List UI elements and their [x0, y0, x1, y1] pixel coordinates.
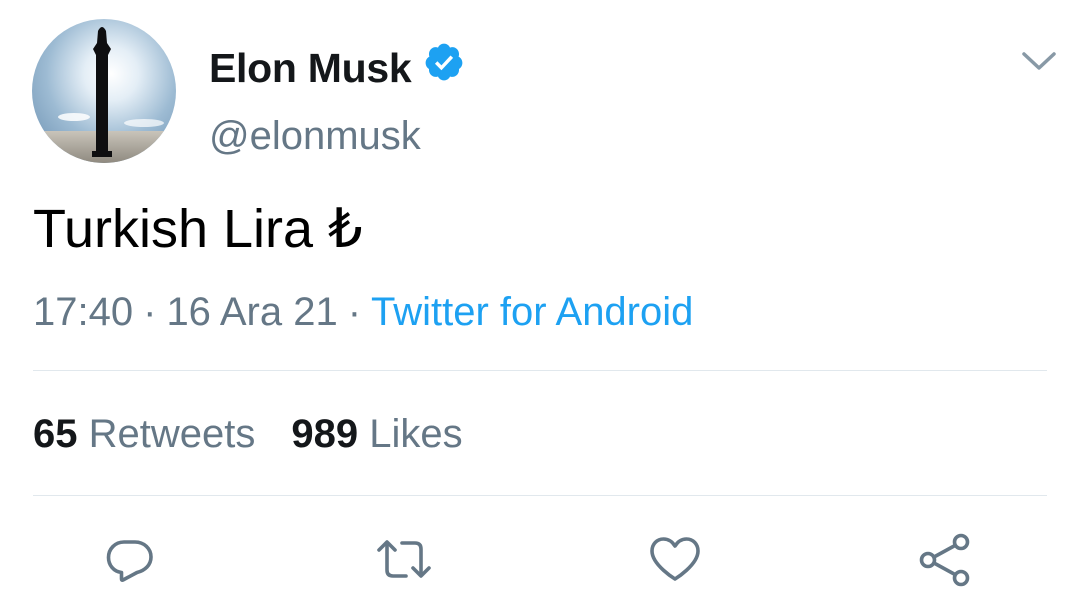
chevron-down-icon[interactable] [1020, 48, 1058, 74]
rocket-silhouette-avatar-icon [32, 19, 176, 163]
retweet-button[interactable] [376, 532, 432, 588]
avatar[interactable] [32, 19, 176, 163]
divider [33, 495, 1047, 496]
tweet-meta: 17:40 · 16 Ara 21 · Twitter for Android [33, 290, 693, 335]
reply-button[interactable] [102, 532, 158, 588]
verified-badge-icon [423, 41, 465, 83]
author-display-name[interactable]: Elon Musk [209, 45, 412, 92]
meta-separator: · [347, 290, 362, 334]
meta-separator: · [143, 290, 157, 334]
likes-label: Likes [369, 412, 463, 456]
retweet-icon [377, 540, 431, 578]
tweet-stats: 65 Retweets 989 Likes [33, 412, 463, 457]
share-button[interactable] [916, 532, 972, 588]
likes-stat[interactable]: 989 Likes [291, 412, 462, 457]
retweets-count: 65 [33, 412, 78, 456]
tweet-card: Elon Musk @elonmusk Turkish Lira ₺ 17:40… [0, 0, 1080, 607]
share-icon [919, 533, 970, 587]
tweet-text: Turkish Lira ₺ [33, 199, 363, 259]
reply-icon [106, 540, 153, 582]
heart-icon [650, 537, 700, 581]
retweets-stat[interactable]: 65 Retweets [33, 412, 255, 457]
divider [33, 370, 1047, 371]
author-name-row: Elon Musk [209, 40, 465, 96]
retweets-label: Retweets [88, 412, 256, 456]
tweet-time: 17:40 [33, 290, 134, 334]
author-handle[interactable]: @elonmusk [209, 114, 421, 159]
likes-count: 989 [291, 412, 359, 456]
like-button[interactable] [647, 532, 703, 588]
tweet-source-link[interactable]: Twitter for Android [371, 290, 693, 334]
tweet-date: 16 Ara 21 [166, 290, 338, 334]
